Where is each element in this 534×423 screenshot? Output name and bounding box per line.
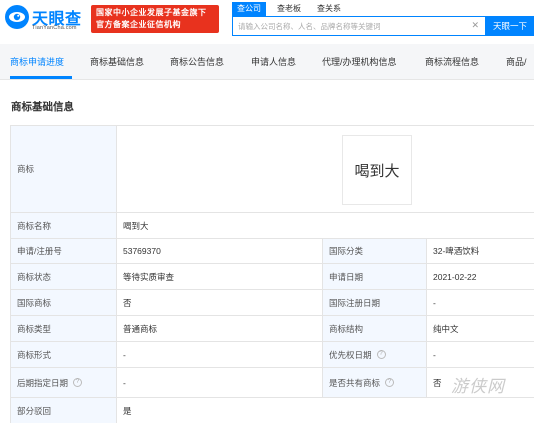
row-label: 商标类型 — [11, 316, 117, 342]
top-header: 天眼查 TianYanCha.com 国家中小企业发展子基金旗下 官方备案企业征… — [0, 0, 534, 40]
row-label: 申请日期 — [323, 264, 427, 290]
row-label: 商标状态 — [11, 264, 117, 290]
tab-applicant-info[interactable]: 申请人信息 — [251, 44, 296, 80]
row-label-text: 优先权日期 — [329, 349, 372, 360]
trademark-structure-value: 纯中文 — [427, 316, 534, 342]
priority-date-label: 优先权日期 ? — [323, 342, 427, 368]
trademark-label: 商标 — [11, 126, 117, 213]
row-label-text: 是否共有商标 — [329, 377, 381, 388]
row-label: 部分驳回 — [11, 398, 117, 423]
search-tab-boss[interactable]: 查老板 — [272, 2, 306, 16]
logo-subtitle: TianYanCha.com — [32, 25, 77, 31]
tab-basic-info[interactable]: 商标基础信息 — [90, 44, 144, 80]
trademark-image[interactable]: 喝到大 — [342, 135, 412, 205]
search-box: ✕ — [232, 16, 486, 36]
clear-icon[interactable]: ✕ — [471, 20, 479, 31]
trademark-image-cell: 喝到大 — [117, 126, 534, 213]
row-label: 商标结构 — [323, 316, 427, 342]
badge-line-2: 官方备案企业征信机构 — [96, 20, 181, 29]
row-label-text: 后期指定日期 — [17, 377, 69, 388]
help-icon[interactable]: ? — [385, 378, 395, 387]
trademark-status-value: 等待实质审查 — [117, 264, 323, 290]
later-designation-date-value: - — [117, 368, 323, 398]
trademark-name-value: 喝到大 — [117, 213, 534, 239]
section-nav: 商标申请进度 商标基础信息 商标公告信息 申请人信息 代理/办理机构信息 商标流… — [0, 44, 534, 80]
tab-process-info[interactable]: 商标流程信息 — [425, 44, 479, 80]
badge-line-1: 国家中小企业发展子基金旗下 — [96, 8, 207, 17]
row-label: 商标名称 — [11, 213, 117, 239]
active-tab-underline — [10, 76, 72, 79]
shared-trademark-label: 是否共有商标 ? — [323, 368, 427, 398]
row-label: 国际注册日期 — [323, 290, 427, 316]
row-label: 申请/注册号 — [11, 239, 117, 264]
search-button[interactable]: 天眼一下 — [486, 16, 534, 36]
trademark-type-value: 普通商标 — [117, 316, 323, 342]
partial-rejection-value: 是 — [117, 398, 534, 423]
row-label: 国际商标 — [11, 290, 117, 316]
row-label: 国际分类 — [323, 239, 427, 264]
search-type-tabs: 查公司 查老板 查关系 — [232, 2, 352, 16]
site-logo[interactable]: 天眼查 TianYanCha.com — [4, 4, 88, 36]
tab-announcement-info[interactable]: 商标公告信息 — [170, 44, 224, 80]
section-title: 商标基础信息 — [11, 101, 74, 113]
search-input[interactable] — [233, 17, 463, 35]
site-watermark: 游侠网 — [451, 377, 505, 397]
credit-badge: 国家中小企业发展子基金旗下 官方备案企业征信机构 — [91, 5, 219, 33]
registration-number-value: 53769370 — [117, 239, 323, 264]
search-tab-company[interactable]: 查公司 — [232, 2, 266, 16]
tab-agency-info[interactable]: 代理/办理机构信息 — [322, 44, 397, 80]
help-icon[interactable]: ? — [376, 350, 386, 359]
tab-goods[interactable]: 商品/ — [506, 44, 527, 80]
application-date-value: 2021-02-22 — [427, 264, 534, 290]
tab-application-progress[interactable]: 商标申请进度 — [10, 44, 64, 80]
international-trademark-value: 否 — [117, 290, 323, 316]
priority-date-value: - — [427, 342, 534, 368]
trademark-form-value: - — [117, 342, 323, 368]
row-label: 商标形式 — [11, 342, 117, 368]
international-registration-date-value: - — [427, 290, 534, 316]
international-class-value: 32-啤酒饮料 — [427, 239, 534, 264]
search-tab-relation[interactable]: 查关系 — [312, 2, 346, 16]
help-icon[interactable]: ? — [73, 378, 83, 387]
eye-logo-icon — [5, 5, 29, 29]
later-designation-date-label: 后期指定日期 ? — [11, 368, 117, 398]
